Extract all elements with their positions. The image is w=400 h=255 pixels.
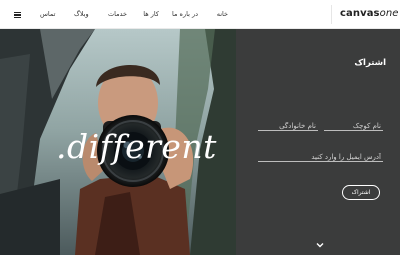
hero-overlay-text: .different [56, 127, 217, 166]
last-name-field [258, 113, 318, 135]
nav-item-blog[interactable]: وبلاگ [74, 9, 89, 19]
nav-item-home[interactable]: خانه [217, 9, 228, 19]
site-logo[interactable]: canvasone [340, 7, 399, 21]
chevron-down-icon [316, 243, 324, 248]
logo-text-bold: canvas [340, 8, 380, 19]
logo-text-light: one [379, 8, 399, 19]
nav-divider [331, 5, 332, 24]
hero-section: .different [0, 29, 236, 255]
first-name-input[interactable] [324, 117, 383, 135]
menu-button[interactable] [7, 7, 27, 23]
nav-item-about[interactable]: در باره ما [172, 9, 198, 19]
hamburger-icon [13, 12, 21, 19]
nav-item-services[interactable]: خدمات [108, 9, 127, 19]
scroll-down-button[interactable] [313, 240, 327, 250]
last-name-input[interactable] [258, 117, 318, 135]
subscribe-button[interactable]: اشتراک [342, 185, 380, 200]
nav-item-contact[interactable]: تماس [40, 9, 55, 19]
email-input[interactable] [258, 148, 383, 166]
top-navigation-bar: خانه در باره ما کار ها خدمات وبلاگ تماس … [0, 0, 400, 29]
first-name-field [324, 113, 383, 135]
email-field [258, 144, 383, 166]
nav-item-portfolio[interactable]: کار ها [143, 9, 159, 19]
subscribe-title: اشتراک [354, 58, 386, 68]
